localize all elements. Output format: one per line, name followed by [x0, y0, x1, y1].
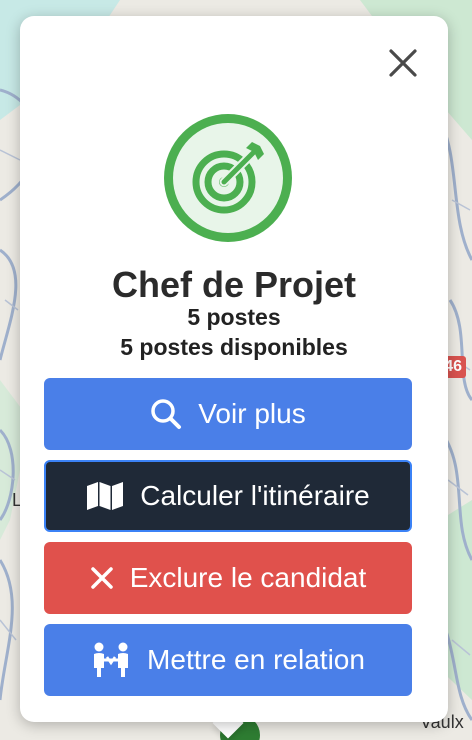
close-icon — [389, 49, 417, 77]
close-button[interactable] — [386, 46, 420, 80]
voir-plus-button[interactable]: Voir plus — [44, 378, 412, 450]
itineraire-label: Calculer l'itinéraire — [140, 480, 370, 511]
search-icon — [151, 399, 182, 429]
postes-count: 5 postes — [187, 304, 281, 330]
exclure-button[interactable]: Exclure le candidat — [44, 542, 412, 614]
postes-disponibles: 5 postes disponibles — [120, 334, 348, 360]
job-popup: Chef de Projet 5 postes 5 postes disponi… — [20, 16, 448, 722]
map-icon — [87, 482, 124, 510]
handshake-people-icon — [94, 642, 129, 677]
voir-plus-label: Voir plus — [198, 398, 306, 429]
target-arrow-icon — [192, 142, 264, 214]
job-title: Chef de Projet — [111, 264, 357, 305]
itineraire-button[interactable]: Calculer l'itinéraire — [44, 460, 412, 532]
job-avatar — [164, 114, 292, 242]
mettre-en-relation-button[interactable]: Mettre en relation — [44, 624, 412, 696]
x-icon — [90, 567, 113, 589]
exclure-label: Exclure le candidat — [129, 562, 367, 593]
mettre-en-relation-label: Mettre en relation — [147, 644, 365, 675]
